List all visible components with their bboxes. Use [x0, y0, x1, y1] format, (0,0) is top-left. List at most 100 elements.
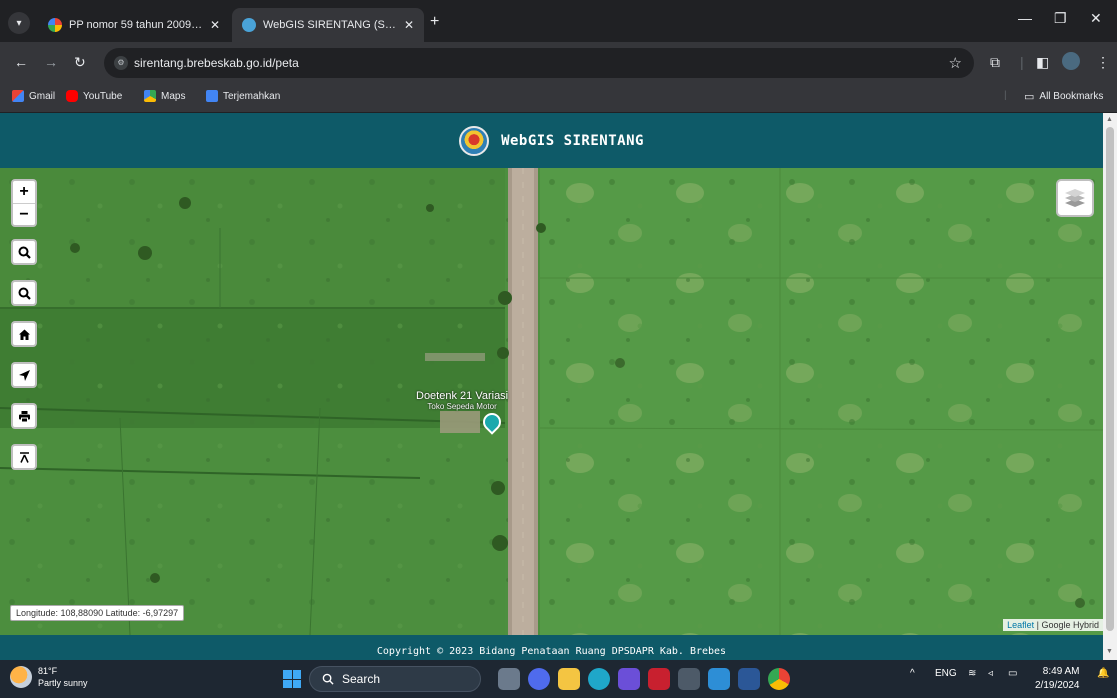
divider: | — [1020, 54, 1024, 70]
brebes-logo-icon — [459, 125, 490, 156]
bookmark-star-icon[interactable]: ☆ — [949, 54, 962, 72]
volume-icon[interactable]: ◃ — [988, 668, 993, 679]
scroll-thumb[interactable] — [1106, 127, 1114, 631]
url-text[interactable]: sirentang.brebeskab.go.id/peta — [134, 56, 299, 70]
bookmark-gmail[interactable]: Gmail — [12, 90, 55, 102]
page-scrollbar[interactable]: ▲ ▼ — [1103, 113, 1117, 660]
poi-label[interactable]: Doetenk 21 Variasi Toko Sepeda Motor — [416, 390, 508, 411]
new-tab-button[interactable]: + — [430, 13, 439, 31]
forward-icon[interactable]: → — [44, 54, 58, 70]
weather-widget[interactable]: 81°F Partly sunny — [10, 665, 88, 689]
bookmark-youtube[interactable]: YouTube — [66, 90, 122, 102]
layers-button[interactable] — [1056, 179, 1094, 217]
store-icon[interactable] — [708, 668, 730, 690]
app-icon[interactable] — [618, 668, 640, 690]
bookmarks-divider: | — [1004, 90, 1007, 101]
bookmark-maps[interactable]: Maps — [144, 90, 185, 102]
reload-icon[interactable]: ↻ — [74, 54, 86, 71]
home-control — [11, 321, 37, 347]
locate-control — [11, 362, 37, 388]
restore-button[interactable]: ❐ — [1054, 10, 1067, 27]
browser-toolbar: ← → ↻ ⚙ sirentang.brebeskab.go.id/peta ☆… — [0, 42, 1117, 84]
page-footer: Copyright © 2023 Bidang Penataan Ruang D… — [0, 635, 1103, 660]
system-clock[interactable]: 8:49 AM 2/19/2024 — [1035, 665, 1080, 693]
weather-temp: 81°F — [38, 666, 58, 676]
back-icon[interactable]: ← — [14, 54, 28, 70]
show-hidden-icons[interactable]: ^ — [910, 668, 915, 679]
scroll-up-icon[interactable]: ▲ — [1106, 116, 1113, 123]
tab-strip: ▾ PP nomor 59 tahun 2009 tentar ✕ WebGIS… — [0, 0, 1117, 42]
youtube-icon — [66, 90, 78, 102]
search-control — [11, 239, 37, 265]
satellite-imagery — [0, 168, 1103, 635]
language-indicator[interactable]: ENG — [935, 668, 957, 679]
map-canvas[interactable]: + − Doetenk 21 Variasi Toko Sepeda Motor… — [0, 168, 1103, 635]
chrome-icon[interactable] — [768, 668, 790, 690]
zoom-in-button[interactable]: + — [13, 181, 35, 203]
maps-icon — [144, 90, 156, 102]
bookmark-terjemahkan[interactable]: Terjemahkan — [206, 90, 280, 102]
print-icon[interactable] — [13, 405, 35, 427]
tab-webgis-sirentang[interactable]: WebGIS SIRENTANG (Sistem Inf ✕ — [232, 8, 424, 42]
tab-search-button[interactable]: ▾ — [8, 12, 30, 34]
mcafee-icon[interactable] — [648, 668, 670, 690]
word-icon[interactable] — [738, 668, 760, 690]
collapse-control — [11, 444, 37, 470]
print-control — [11, 403, 37, 429]
browser-chrome: ▾ PP nomor 59 tahun 2009 tentar ✕ WebGIS… — [0, 0, 1117, 113]
zoom-out-button[interactable]: − — [13, 203, 35, 225]
close-tab-icon[interactable]: ✕ — [404, 18, 414, 32]
file-explorer-icon[interactable] — [558, 668, 580, 690]
windows-taskbar: 81°F Partly sunny Search ^ ENG ≋ ◃ ▭ 8:4… — [0, 660, 1117, 698]
close-tab-icon[interactable]: ✕ — [210, 18, 220, 32]
bookmarks-bar: Gmail YouTube Maps Terjemahkan | ▭ All B… — [0, 84, 1117, 113]
copyright-text: Copyright © 2023 Bidang Penataan Ruang D… — [376, 646, 727, 657]
search-address-control — [11, 280, 37, 306]
notification-bell-icon[interactable]: 🔔 — [1097, 668, 1109, 679]
menu-icon[interactable]: ⋮ — [1096, 54, 1110, 71]
wifi-icon[interactable]: ≋ — [968, 668, 976, 679]
folder-icon: ▭ — [1024, 91, 1035, 103]
teams-chat-icon[interactable] — [528, 668, 550, 690]
collapse-up-icon[interactable] — [13, 446, 35, 468]
windows-start-icon[interactable] — [283, 670, 301, 688]
page-viewport: WebGIS SIRENTANG + − Doetenk 21 Variasi … — [0, 113, 1117, 660]
taskbar-search[interactable]: Search — [309, 666, 481, 692]
site-logo-icon — [242, 18, 256, 32]
translate-icon — [206, 90, 218, 102]
map-attribution: Leaflet | Google Hybrid — [1003, 619, 1103, 631]
scroll-down-icon[interactable]: ▼ — [1106, 648, 1113, 655]
app-header: WebGIS SIRENTANG — [0, 113, 1103, 168]
coordinates-readout: Longitude: 108,88090 Latitude: -6,97297 — [10, 605, 185, 621]
tab-pp-nomor-59[interactable]: PP nomor 59 tahun 2009 tentar ✕ — [38, 8, 230, 42]
address-bar[interactable]: ⚙ sirentang.brebeskab.go.id/peta ☆ — [104, 48, 974, 78]
google-icon — [48, 18, 62, 32]
extensions-icon[interactable]: ⧉ — [990, 54, 1000, 71]
app-title: WebGIS SIRENTANG — [501, 132, 644, 149]
close-window-button[interactable]: ✕ — [1090, 10, 1102, 27]
gmail-icon — [12, 90, 24, 102]
location-arrow-icon[interactable] — [13, 364, 35, 386]
profile-avatar[interactable] — [1062, 52, 1080, 70]
search-icon[interactable] — [13, 282, 35, 304]
site-info-icon[interactable]: ⚙ — [114, 56, 128, 70]
weather-condition: Partly sunny — [38, 678, 88, 688]
attribution-source: | Google Hybrid — [1034, 620, 1099, 630]
poi-type: Toko Sepeda Motor — [427, 402, 497, 411]
side-panel-icon[interactable]: ◧ — [1036, 54, 1049, 71]
tab-title: WebGIS SIRENTANG (Sistem Inf — [263, 19, 397, 31]
partly-sunny-icon — [10, 666, 32, 688]
layers-icon — [1065, 189, 1085, 207]
all-bookmarks-button[interactable]: ▭ All Bookmarks — [1024, 90, 1103, 103]
search-icon[interactable] — [13, 241, 35, 263]
leaflet-link[interactable]: Leaflet — [1007, 620, 1034, 630]
minimize-button[interactable]: — — [1018, 10, 1032, 26]
poi-name: Doetenk 21 Variasi — [416, 390, 509, 402]
task-view-icon[interactable] — [498, 668, 520, 690]
home-icon[interactable] — [13, 323, 35, 345]
zoom-control: + − — [11, 179, 37, 227]
camera-icon[interactable] — [678, 668, 700, 690]
edge-icon[interactable] — [588, 668, 610, 690]
search-icon — [322, 673, 334, 685]
battery-icon[interactable]: ▭ — [1008, 668, 1017, 679]
